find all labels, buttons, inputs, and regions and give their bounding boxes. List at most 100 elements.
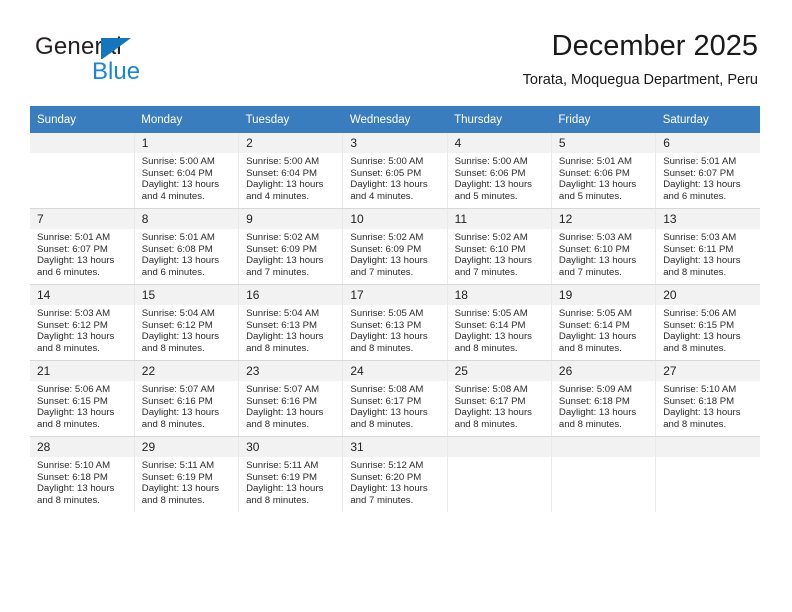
sunrise-text: Sunrise: 5:04 AM <box>141 308 215 319</box>
title-block: December 2025 Torata, Moquegua Departmen… <box>523 28 758 89</box>
calendar-day-cell[interactable]: 18 Sunrise: 5:05 AM Sunset: 6:14 PM Dayligh… <box>447 284 552 361</box>
day-details: Sunrise: 5:11 AM Sunset: 6:19 PM Daylight:… <box>239 457 342 506</box>
calendar-day-cell[interactable]: 3 Sunrise: 5:00 AM Sunset: 6:05 PM Daylight… <box>342 133 448 209</box>
daylight-text-line1: Daylight: 13 hours <box>558 331 637 343</box>
day-number: 18 <box>447 285 551 305</box>
sunset-text: Sunset: 6:19 PM <box>141 471 213 483</box>
calendar-day-cell[interactable]: 23 Sunrise: 5:07 AM Sunset: 6:16 PM Dayligh… <box>238 360 344 437</box>
sunrise-text: Sunrise: 5:07 AM <box>246 384 320 395</box>
calendar-day-cell[interactable]: 7 Sunrise: 5:01 AM Sunset: 6:07 PM Daylight… <box>30 208 135 285</box>
calendar-day-cell[interactable]: 5 Sunrise: 5:01 AM Sunset: 6:06 PM Daylight… <box>551 133 657 209</box>
daylight-text-line1: Daylight: 13 hours <box>141 483 220 495</box>
day-number: 24 <box>343 361 447 381</box>
calendar-day-cell[interactable]: 25 Sunrise: 5:08 AM Sunset: 6:17 PM Dayligh… <box>447 360 552 437</box>
calendar-day-cell[interactable]: 6 Sunrise: 5:01 AM Sunset: 6:07 PM Daylight… <box>655 133 760 209</box>
calendar-day-cell[interactable]: 9 Sunrise: 5:02 AM Sunset: 6:09 PM Daylight… <box>238 208 344 285</box>
daylight-text-line1: Daylight: 13 hours <box>37 255 115 267</box>
sunset-text: Sunset: 6:10 PM <box>558 243 630 255</box>
calendar-day-cell[interactable]: 22 Sunrise: 5:07 AM Sunset: 6:16 PM Dayligh… <box>134 360 240 437</box>
calendar-day-cell[interactable]: 20 Sunrise: 5:06 AM Sunset: 6:15 PM Dayligh… <box>655 284 760 361</box>
day-number: 23 <box>239 361 343 381</box>
sunset-text: Sunset: 6:13 PM <box>350 319 422 331</box>
calendar-day-cell[interactable]: 15 Sunrise: 5:04 AM Sunset: 6:12 PM Dayligh… <box>134 284 240 361</box>
calendar-week-row: 21 Sunrise: 5:06 AM Sunset: 6:15 PM Dayligh… <box>30 360 760 437</box>
calendar-day-cell[interactable]: 19 Sunrise: 5:05 AM Sunset: 6:14 PM Dayligh… <box>551 284 657 361</box>
day-number: 16 <box>239 285 343 305</box>
day-details: Sunrise: 5:04 AM Sunset: 6:13 PM Daylight:… <box>239 305 342 354</box>
calendar-day-cell[interactable]: 13 Sunrise: 5:03 AM Sunset: 6:11 PM Dayligh… <box>655 208 760 285</box>
sunset-text: Sunset: 6:06 PM <box>454 167 526 179</box>
day-number: 14 <box>30 285 134 305</box>
daylight-text-line2: and 8 minutes. <box>350 342 414 354</box>
calendar-day-cell[interactable]: 28 Sunrise: 5:10 AM Sunset: 6:18 PM Dayligh… <box>30 436 135 512</box>
day-details: Sunrise: 5:01 AM Sunset: 6:08 PM Daylight:… <box>135 229 238 278</box>
calendar-week-row: 7 Sunrise: 5:01 AM Sunset: 6:07 PM Daylight… <box>30 208 760 285</box>
calendar-day-cell[interactable]: 29 Sunrise: 5:11 AM Sunset: 6:19 PM Dayligh… <box>134 436 240 512</box>
calendar-day-cell[interactable]: 24 Sunrise: 5:08 AM Sunset: 6:17 PM Dayligh… <box>342 360 448 437</box>
sunset-text: Sunset: 6:09 PM <box>350 243 422 255</box>
daylight-text-line1: Daylight: 13 hours <box>454 255 532 267</box>
day-details: Sunrise: 5:02 AM Sunset: 6:09 PM Daylight:… <box>343 229 446 278</box>
sunrise-text: Sunrise: 5:00 AM <box>141 156 215 167</box>
day-number: 31 <box>343 437 447 457</box>
calendar-day-cell[interactable]: 17 Sunrise: 5:05 AM Sunset: 6:13 PM Dayligh… <box>342 284 448 361</box>
logo-text-blue: Blue <box>92 58 141 85</box>
day-number: 22 <box>134 361 239 381</box>
daylight-text-line1: Daylight: 13 hours <box>454 179 532 191</box>
daylight-text-line2: and 8 minutes. <box>558 342 622 354</box>
day-details: Sunrise: 5:00 AM Sunset: 6:04 PM Daylight:… <box>135 153 238 202</box>
calendar-day-cell[interactable]: 27 Sunrise: 5:10 AM Sunset: 6:18 PM Dayligh… <box>655 360 760 437</box>
sunset-text: Sunset: 6:05 PM <box>350 167 422 179</box>
calendar-day-cell[interactable]: 1 Sunrise: 5:00 AM Sunset: 6:04 PM Daylight… <box>134 133 240 209</box>
day-number: 27 <box>656 361 760 381</box>
daylight-text-line2: and 8 minutes. <box>663 342 727 354</box>
sunrise-text: Sunrise: 5:01 AM <box>558 156 632 167</box>
sunrise-text: Sunrise: 5:05 AM <box>558 308 632 319</box>
logo-triangle-icon <box>101 38 131 60</box>
day-number: 28 <box>30 437 134 457</box>
sunset-text: Sunset: 6:07 PM <box>37 243 108 255</box>
day-number <box>447 437 551 457</box>
daylight-text-line1: Daylight: 13 hours <box>663 255 741 267</box>
day-number: 19 <box>551 285 656 305</box>
daylight-text-line2: and 7 minutes. <box>350 494 414 506</box>
calendar-day-cell[interactable]: 2 Sunrise: 5:00 AM Sunset: 6:04 PM Daylight… <box>238 133 344 209</box>
day-number: 4 <box>447 133 551 153</box>
day-details: Sunrise: 5:07 AM Sunset: 6:16 PM Daylight:… <box>135 381 238 430</box>
sunrise-text: Sunrise: 5:00 AM <box>454 156 528 167</box>
daylight-text-line1: Daylight: 13 hours <box>454 407 532 419</box>
calendar-day-cell[interactable]: 12 Sunrise: 5:03 AM Sunset: 6:10 PM Dayligh… <box>551 208 657 285</box>
generalblue-logo[interactable]: General Blue <box>35 33 295 89</box>
day-details: Sunrise: 5:00 AM Sunset: 6:06 PM Daylight:… <box>448 153 551 202</box>
day-number <box>656 437 760 457</box>
sunrise-text: Sunrise: 5:05 AM <box>350 308 424 319</box>
sunset-text: Sunset: 6:07 PM <box>663 167 735 179</box>
sunrise-text: Sunrise: 5:07 AM <box>141 384 215 395</box>
calendar-day-cell[interactable]: 4 Sunrise: 5:00 AM Sunset: 6:06 PM Daylight… <box>447 133 552 209</box>
daylight-text-line1: Daylight: 13 hours <box>558 407 637 419</box>
sunset-text: Sunset: 6:15 PM <box>663 319 735 331</box>
calendar-day-cell[interactable]: 10 Sunrise: 5:02 AM Sunset: 6:09 PM Dayligh… <box>342 208 448 285</box>
day-details: Sunrise: 5:00 AM Sunset: 6:04 PM Daylight:… <box>239 153 342 202</box>
calendar-day-cell[interactable]: 26 Sunrise: 5:09 AM Sunset: 6:18 PM Dayligh… <box>551 360 657 437</box>
day-number: 15 <box>134 285 239 305</box>
calendar-day-cell[interactable]: 16 Sunrise: 5:04 AM Sunset: 6:13 PM Dayligh… <box>238 284 344 361</box>
daylight-text-line1: Daylight: 13 hours <box>37 331 115 343</box>
daylight-text-line1: Daylight: 13 hours <box>350 483 428 495</box>
sunset-text: Sunset: 6:16 PM <box>246 395 317 407</box>
day-details: Sunrise: 5:08 AM Sunset: 6:17 PM Daylight:… <box>343 381 446 430</box>
calendar-day-cell[interactable]: 11 Sunrise: 5:02 AM Sunset: 6:10 PM Dayligh… <box>447 208 552 285</box>
day-number: 9 <box>239 209 343 229</box>
daylight-text-line1: Daylight: 13 hours <box>246 179 324 191</box>
day-number: 20 <box>656 285 760 305</box>
day-details: Sunrise: 5:03 AM Sunset: 6:10 PM Daylight:… <box>552 229 655 278</box>
day-number: 6 <box>656 133 760 153</box>
daylight-text-line2: and 8 minutes. <box>246 418 309 430</box>
calendar-day-cell[interactable]: 31 Sunrise: 5:12 AM Sunset: 6:20 PM Dayligh… <box>342 436 448 512</box>
calendar-day-cell[interactable]: 21 Sunrise: 5:06 AM Sunset: 6:15 PM Dayligh… <box>30 360 135 437</box>
calendar-body: 1 Sunrise: 5:00 AM Sunset: 6:04 PM Daylight… <box>30 133 760 512</box>
calendar-day-cell[interactable]: 14 Sunrise: 5:03 AM Sunset: 6:12 PM Dayligh… <box>30 284 135 361</box>
calendar-day-cell[interactable]: 8 Sunrise: 5:01 AM Sunset: 6:08 PM Daylight… <box>134 208 240 285</box>
daylight-text-line2: and 8 minutes. <box>37 342 100 354</box>
calendar-day-cell[interactable]: 30 Sunrise: 5:11 AM Sunset: 6:19 PM Dayligh… <box>238 436 344 512</box>
